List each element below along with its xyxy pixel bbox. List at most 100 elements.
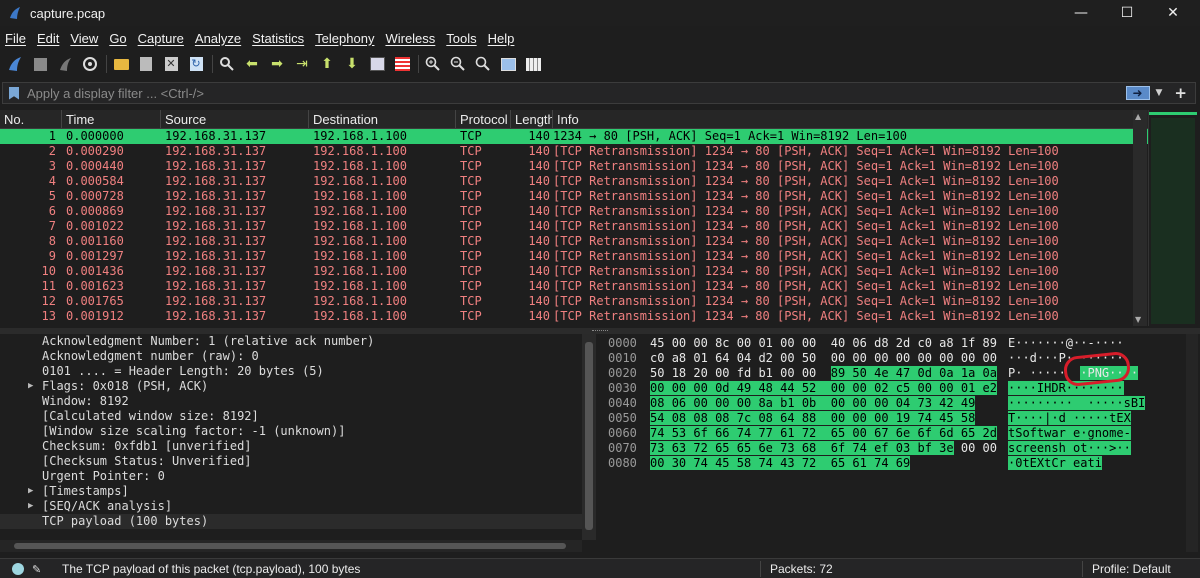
profile-indicator[interactable]: Profile: Default — [1092, 562, 1171, 576]
tree-field[interactable]: 0101 .... = Header Length: 20 bytes (5) — [0, 364, 582, 379]
hex-bytes[interactable]: 54 08 08 08 7c 08 64 88 00 00 00 19 74 4… — [650, 411, 976, 426]
hex-byte[interactable]: 00 — [780, 351, 794, 365]
hex-byte[interactable]: 8a — [758, 396, 773, 410]
hex-byte[interactable]: 8c — [715, 336, 729, 350]
hex-byte[interactable]: 6e — [895, 426, 911, 440]
hex-byte[interactable]: 0d — [917, 366, 932, 380]
hex-byte[interactable]: 64 — [715, 351, 729, 365]
hex-byte[interactable]: 50 — [650, 366, 664, 380]
column-header-protocol[interactable]: Protocol — [456, 110, 511, 128]
go-forward-icon[interactable]: ➡ — [268, 55, 286, 73]
hex-byte[interactable]: 3e — [939, 441, 954, 455]
hex-bytes[interactable]: c0 a8 01 64 04 d2 00 50 00 00 00 00 00 0… — [650, 351, 997, 366]
apply-filter-button[interactable]: ➜ — [1125, 86, 1150, 100]
hex-byte[interactable]: 45 — [715, 456, 730, 470]
hex-byte[interactable]: 63 — [671, 441, 687, 455]
hex-byte[interactable]: 67 — [874, 426, 889, 440]
hex-byte[interactable]: 00 — [830, 381, 846, 395]
minimize-button[interactable]: — — [1058, 0, 1104, 26]
save-file-icon[interactable] — [137, 55, 155, 73]
hex-byte[interactable]: a8 — [939, 336, 953, 350]
hex-byte[interactable]: 00 — [802, 336, 816, 350]
hex-byte[interactable]: 01 — [693, 351, 707, 365]
hex-byte[interactable]: 40 — [831, 336, 845, 350]
tree-field[interactable]: Checksum: 0xfdb1 [unverified] — [0, 439, 582, 454]
hex-byte[interactable]: 00 — [650, 456, 665, 470]
resize-columns-icon[interactable] — [499, 55, 517, 73]
hex-byte[interactable]: 00 — [780, 336, 794, 350]
scroll-up-icon[interactable]: ▲ — [1135, 112, 1141, 121]
hex-byte[interactable]: 01 — [758, 336, 772, 350]
packet-row[interactable]: 3 0.000440 192.168.31.137 192.168.1.100 TCP 1… — [0, 159, 1148, 174]
details-vertical-scrollbar[interactable] — [582, 334, 596, 540]
tree-field[interactable]: Window: 8192 — [0, 394, 582, 409]
hex-byte[interactable]: 00 — [715, 396, 730, 410]
zoom-normal-icon[interactable] — [474, 55, 492, 73]
hex-ascii[interactable]: screensh ot···>·· — [1008, 441, 1131, 456]
hex-byte[interactable]: 43 — [780, 456, 795, 470]
menu-edit[interactable]: Edit — [37, 31, 59, 46]
hex-byte[interactable]: 00 — [715, 366, 729, 380]
add-filter-button[interactable]: + — [1174, 84, 1187, 102]
hex-byte[interactable]: 00 — [939, 381, 954, 395]
hex-byte[interactable]: 7c — [736, 411, 752, 425]
find-icon[interactable] — [218, 55, 236, 73]
hex-byte[interactable]: 6f — [830, 441, 846, 455]
menu-view[interactable]: View — [70, 31, 98, 46]
hex-byte[interactable]: 49 — [736, 381, 752, 395]
hex-byte[interactable]: 72 — [693, 441, 708, 455]
scroll-down-icon[interactable]: ▼ — [1135, 315, 1141, 324]
menu-statistics[interactable]: Statistics — [252, 31, 304, 46]
hex-byte[interactable]: 65 — [960, 426, 976, 440]
hex-byte[interactable]: 00 — [852, 411, 867, 425]
hex-byte[interactable]: bf — [917, 441, 932, 455]
hex-byte[interactable]: 08 — [650, 396, 665, 410]
hex-byte[interactable]: 65 — [715, 441, 730, 455]
hex-byte[interactable]: 00 — [671, 381, 687, 395]
hex-byte[interactable]: 74 — [736, 426, 752, 440]
hex-byte[interactable]: 74 — [852, 441, 867, 455]
hex-byte[interactable]: 65 — [830, 456, 846, 470]
hex-byte[interactable]: 00 — [939, 351, 953, 365]
hex-byte[interactable]: 74 — [693, 456, 708, 470]
hex-byte[interactable]: 74 — [650, 426, 665, 440]
packet-row[interactable]: 5 0.000728 192.168.31.137 192.168.1.100 TCP 1… — [0, 189, 1148, 204]
hex-byte[interactable]: 66 — [715, 426, 730, 440]
hex-bytes[interactable]: 45 00 00 8c 00 01 00 00 40 06 d8 2d c0 a… — [650, 336, 997, 351]
tree-field[interactable]: TCP payload (100 bytes) — [0, 514, 582, 529]
tree-node-expandable[interactable]: ▶ [SEQ/ACK analysis] — [0, 499, 582, 514]
hex-ascii[interactable]: ········· ·····sBI — [1008, 396, 1146, 411]
hex-byte[interactable]: b1 — [758, 366, 772, 380]
column-header-destination[interactable]: Destination — [309, 110, 456, 128]
hex-byte[interactable]: 03 — [895, 441, 911, 455]
hex-byte[interactable]: 68 — [801, 441, 817, 455]
hex-byte[interactable]: 00 — [852, 381, 867, 395]
hex-byte[interactable]: 00 — [831, 351, 845, 365]
hex-byte[interactable]: 00 — [917, 351, 931, 365]
tree-field[interactable]: [Checksum Status: Unverified] — [0, 454, 582, 469]
menu-capture[interactable]: Capture — [138, 31, 184, 46]
packet-row[interactable]: 13 0.001912 192.168.31.137 192.168.1.100 TCP… — [0, 309, 1148, 324]
close-button[interactable]: ✕ — [1150, 0, 1196, 26]
hex-byte[interactable]: 69 — [895, 456, 911, 470]
hex-byte[interactable]: 00 — [830, 411, 846, 425]
hex-byte[interactable]: 00 — [693, 396, 708, 410]
packet-row[interactable]: 6 0.000869 192.168.31.137 192.168.1.100 TCP 1… — [0, 204, 1148, 219]
menu-tools[interactable]: Tools — [446, 31, 476, 46]
hex-byte[interactable]: 74 — [758, 456, 773, 470]
hex-byte[interactable]: 1a — [960, 366, 976, 380]
hex-byte[interactable]: 00 — [802, 366, 816, 380]
column-header-info[interactable]: Info — [553, 110, 1148, 128]
hex-bytes[interactable]: 08 06 00 00 00 8a b1 0b 00 00 00 04 73 4… — [650, 396, 976, 411]
hex-ascii[interactable]: tSoftwar e·gnome- — [1008, 426, 1131, 441]
tree-node-expandable[interactable]: ▶ [Timestamps] — [0, 484, 582, 499]
hex-byte[interactable]: 73 — [917, 396, 932, 410]
hex-byte[interactable]: 00 — [780, 366, 794, 380]
hex-byte[interactable]: 00 — [961, 441, 975, 455]
hex-byte[interactable]: 77 — [758, 426, 773, 440]
zoom-out-icon[interactable] — [449, 55, 467, 73]
hex-byte[interactable]: 72 — [801, 456, 817, 470]
hex-byte[interactable]: 65 — [830, 426, 846, 440]
hex-byte[interactable]: 45 — [939, 411, 954, 425]
hex-byte[interactable]: c5 — [895, 381, 911, 395]
